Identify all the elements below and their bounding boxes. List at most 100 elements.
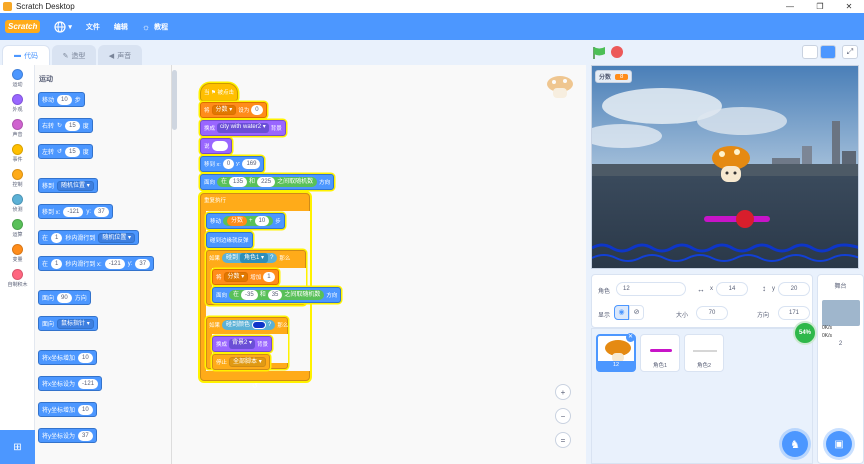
block-input[interactable]: 15 — [65, 120, 80, 131]
category-sound[interactable]: 声音 — [0, 119, 35, 138]
switch-backdrop-block[interactable]: 换成 city with water2 ▾ 背景 — [200, 120, 286, 136]
maximize-button[interactable]: ❐ — [805, 0, 835, 13]
stage-selector[interactable]: 舞台 2 ▣ — [817, 274, 864, 464]
switch-backdrop-block[interactable]: 换成 背景2 ▾ 背景 — [212, 336, 273, 352]
block-input[interactable]: 1 — [51, 258, 63, 269]
touching-color-reporter[interactable]: 碰到颜色? — [222, 320, 276, 330]
variable-dropdown[interactable]: 分数 ▾ — [223, 272, 249, 282]
block-change-x[interactable]: 将x坐标增加 10 — [38, 350, 97, 365]
zoom-in-button[interactable]: + — [555, 384, 571, 400]
block-input[interactable]: 225 — [257, 177, 276, 187]
small-stage-button[interactable] — [802, 45, 818, 59]
point-direction-block[interactable]: 面向在 -35 和 35 之间取随机数 方向 — [212, 287, 342, 303]
change-variable-block[interactable]: 将分数 ▾ 增加 1 — [212, 269, 279, 285]
category-myblocks[interactable]: 自制积木 — [0, 269, 35, 288]
backdrop-dropdown[interactable]: 背景2 ▾ — [229, 339, 256, 349]
sprite-x-field[interactable]: 14 — [716, 282, 748, 296]
sprite-tile[interactable]: 角色1 — [640, 334, 680, 372]
variable-monitor[interactable]: 分数 8 — [595, 70, 633, 83]
sprite-tile[interactable]: 角色2 — [684, 334, 724, 372]
block-input[interactable]: 10 — [78, 352, 93, 363]
block-change-y[interactable]: 将y坐标增加 10 — [38, 402, 97, 417]
random-reporter[interactable]: 在 135 和 225 之间取随机数 — [217, 177, 318, 187]
scratch-logo[interactable]: Scratch — [5, 20, 41, 33]
block-input[interactable]: 0 — [222, 159, 235, 169]
zoom-reset-button[interactable]: = — [555, 432, 571, 448]
block-input[interactable]: 10 — [78, 404, 93, 415]
when-flag-clicked-block[interactable]: 当 ⚑ 被点击 — [200, 83, 238, 101]
sprite-tile-selected[interactable]: ✕ 12 — [596, 333, 636, 372]
sprite-name-field[interactable]: 12 — [616, 282, 686, 296]
sprite-dropdown[interactable]: 角色1 ▾ — [240, 253, 269, 263]
block-dropdown[interactable]: 随机位置 ▾ — [98, 232, 136, 243]
stop-dropdown[interactable]: 全部脚本 ▾ — [229, 357, 266, 367]
mushroom-sprite[interactable] — [710, 144, 752, 184]
category-sensing[interactable]: 侦测 — [0, 194, 35, 213]
block-input[interactable]: -121 — [78, 378, 99, 389]
delete-sprite-button[interactable]: ✕ — [626, 333, 635, 342]
block-turn-right[interactable]: 右转 ↻ 15 度 — [38, 118, 93, 133]
palette-scrollbar[interactable] — [172, 70, 177, 130]
category-motion[interactable]: 运动 — [0, 69, 35, 88]
sprite-size-field[interactable]: 70 — [696, 306, 728, 320]
say-block[interactable]: 说 — [200, 138, 232, 154]
backdrop-dropdown[interactable]: city with water2 ▾ — [217, 123, 269, 133]
block-dropdown[interactable]: 鼠标指针 ▾ — [57, 318, 94, 329]
block-input[interactable]: 35 — [267, 290, 283, 300]
normal-stage-button[interactable] — [820, 45, 836, 59]
zoom-out-button[interactable]: − — [555, 408, 571, 424]
ball-sprite[interactable] — [736, 210, 754, 228]
add-sprite-button[interactable]: ♞ — [782, 431, 808, 457]
variable-dropdown[interactable]: 分数 ▾ — [211, 105, 237, 115]
block-dropdown[interactable]: 随机位置 ▾ — [57, 180, 94, 191]
tab-costumes[interactable]: ✎ 造型 — [52, 45, 96, 65]
block-goto-xy[interactable]: 移到 x: -121 y: 37 — [38, 204, 113, 219]
add-reporter[interactable]: 分数 +10 — [223, 216, 274, 226]
block-input[interactable]: -121 — [104, 258, 125, 269]
show-hidden-button[interactable]: ⊘ — [629, 305, 644, 320]
show-visible-button[interactable]: ◉ — [614, 305, 629, 320]
language-menu[interactable]: ▾ — [54, 20, 72, 33]
block-input[interactable]: 10 — [254, 216, 270, 226]
block-input[interactable]: 15 — [65, 146, 80, 157]
sprite-y-field[interactable]: 20 — [778, 282, 810, 296]
tab-sounds[interactable]: ◀ 声音 — [98, 45, 142, 65]
set-variable-block[interactable]: 将分数 ▾ 设为 0 — [200, 102, 267, 118]
block-input[interactable]: 90 — [57, 292, 72, 303]
category-control[interactable]: 控制 — [0, 169, 35, 188]
file-menu[interactable]: 文件 — [86, 22, 100, 32]
script-area[interactable]: 当 ⚑ 被点击 将分数 ▾ 设为 0 换成 city with water2 ▾ 背景 … — [172, 65, 586, 464]
sprite-direction-field[interactable]: 171 — [778, 306, 810, 320]
block-input[interactable]: 37 — [135, 258, 151, 269]
block-input[interactable]: 0 — [251, 105, 263, 115]
tab-code[interactable]: ▬ 代码 — [2, 45, 50, 65]
block-set-x[interactable]: 将x坐标设为 -121 — [38, 376, 103, 391]
add-extension-button[interactable]: ⊞ — [0, 430, 35, 464]
point-direction-block[interactable]: 面向在 135 和 225 之间取随机数 方向 — [200, 174, 335, 190]
block-glide[interactable]: 在 1 秒内滑行到 随机位置 ▾ — [38, 230, 140, 245]
block-input[interactable] — [211, 141, 228, 151]
close-button[interactable]: ✕ — [834, 0, 864, 13]
color-swatch[interactable] — [252, 321, 267, 329]
block-move[interactable]: 移动 10 步 — [38, 92, 85, 107]
bounce-block[interactable]: 碰到边缘就反弹 — [206, 232, 253, 248]
stop-block[interactable]: 停止 全部脚本 ▾ — [212, 354, 270, 370]
minimize-button[interactable]: — — [775, 0, 805, 13]
block-input[interactable]: -121 — [63, 206, 84, 217]
move-steps-block[interactable]: 移动 分数 +10 步 — [206, 213, 285, 229]
block-input[interactable]: 37 — [78, 430, 93, 441]
block-goto[interactable]: 移到 随机位置 ▾ — [38, 178, 98, 193]
block-turn-left[interactable]: 左转 ↺ 15 度 — [38, 144, 93, 159]
tutorials-menu[interactable]: ☼ 教程 — [142, 22, 168, 32]
add-backdrop-button[interactable]: ▣ — [826, 431, 852, 457]
block-input[interactable]: 169 — [242, 159, 261, 169]
edit-menu[interactable]: 编辑 — [114, 22, 128, 32]
category-looks[interactable]: 外观 — [0, 94, 35, 113]
category-events[interactable]: 事件 — [0, 144, 35, 163]
block-glide-xy[interactable]: 在 1 秒内滑行到 x: -121 y: 37 — [38, 256, 155, 271]
block-input[interactable]: -35 — [241, 290, 258, 300]
touching-reporter[interactable]: 碰到 角色1 ▾? — [222, 253, 278, 263]
stop-button[interactable] — [611, 46, 623, 58]
fullscreen-button[interactable]: ⤢ — [842, 45, 858, 59]
block-point-towards[interactable]: 面向 鼠标指针 ▾ — [38, 316, 98, 331]
